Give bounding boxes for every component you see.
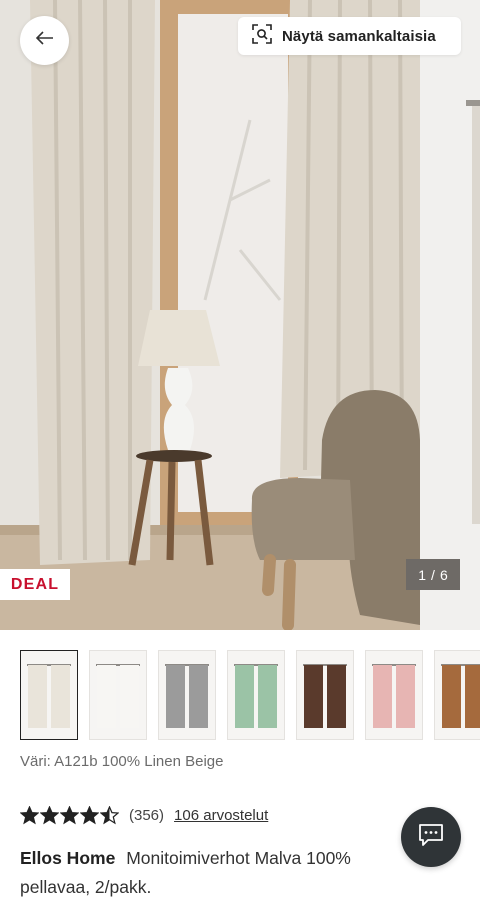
star-icon <box>40 805 59 824</box>
back-button[interactable] <box>20 16 69 65</box>
product-photo <box>0 0 420 630</box>
curtain-panel <box>373 665 392 728</box>
curtain-panel <box>304 665 323 728</box>
selected-colour-label: Väri: A121b 100% Linen Beige <box>20 753 224 770</box>
curtain-panel <box>258 665 277 728</box>
visual-search-icon <box>252 23 272 49</box>
colour-thumbnail[interactable] <box>296 650 354 740</box>
rating-stars <box>20 805 119 825</box>
product-title: Ellos Home Monitoimiverhot Malva 100% pe… <box>20 844 415 901</box>
show-similar-label: Näytä samankaltaisia <box>282 27 436 45</box>
next-image-preview <box>420 0 480 630</box>
star-icon <box>20 805 39 824</box>
image-counter-total: 6 <box>439 566 448 583</box>
colour-thumbnail[interactable] <box>227 650 285 740</box>
show-similar-button[interactable]: Näytä samankaltaisia <box>238 17 461 55</box>
curtain-panel <box>166 665 185 728</box>
arrow-left-icon <box>35 31 54 50</box>
deal-badge: DEAL <box>0 569 70 600</box>
image-counter-current: 1 <box>418 566 427 583</box>
colour-thumbnail[interactable] <box>158 650 216 740</box>
chat-button[interactable] <box>401 807 461 867</box>
star-icon <box>100 805 119 824</box>
curtain-panel <box>327 665 346 728</box>
colour-thumbnail[interactable] <box>20 650 78 740</box>
curtain-panel <box>396 665 415 728</box>
curtain-panel <box>97 665 116 728</box>
rating-count: (356) <box>129 806 165 824</box>
curtain-panel <box>465 665 480 728</box>
colour-thumbnails[interactable] <box>20 650 480 740</box>
curtain-panel <box>235 665 254 728</box>
image-counter: 1 / 6 <box>406 559 460 590</box>
star-icon <box>60 805 79 824</box>
curtain-panel <box>189 665 208 728</box>
product-image-gallery[interactable] <box>0 0 480 630</box>
curtain-panel <box>51 665 70 728</box>
curtain-panel <box>442 665 461 728</box>
product-rating: (356) 106 arvostelut <box>20 803 268 827</box>
curtain-panel <box>120 665 139 728</box>
deal-badge-text: DEAL <box>10 575 60 593</box>
image-counter-separator: / <box>431 566 435 583</box>
product-brand[interactable]: Ellos Home <box>20 848 115 868</box>
curtain-panel <box>28 665 47 728</box>
chat-icon <box>417 822 445 853</box>
colour-thumbnail[interactable] <box>434 650 480 740</box>
star-icon <box>80 805 99 824</box>
colour-thumbnail[interactable] <box>365 650 423 740</box>
colour-thumbnail[interactable] <box>89 650 147 740</box>
reviews-link[interactable]: 106 arvostelut <box>174 807 268 824</box>
